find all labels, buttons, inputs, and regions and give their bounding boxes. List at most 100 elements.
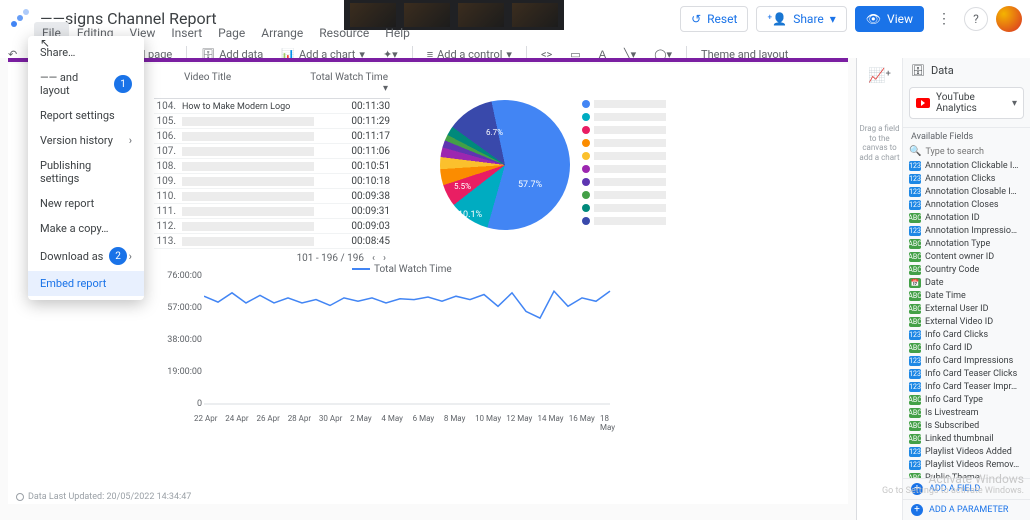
legend-item — [582, 100, 666, 108]
x-tick: 14 May — [538, 414, 564, 423]
add-parameter-button[interactable]: +ADD A PARAMETER — [903, 499, 1030, 520]
reset-button[interactable]: ↺Reset — [680, 6, 748, 32]
pie-label-2: 10.1% — [458, 210, 482, 220]
y-tick: 76:00:00 — [164, 271, 202, 281]
x-tick: 6 May — [413, 414, 435, 423]
x-tick: 30 Apr — [319, 414, 342, 423]
field-item[interactable]: ABCAnnotation ID — [903, 211, 1030, 224]
field-item[interactable]: ABCDate Time — [903, 289, 1030, 302]
field-item[interactable]: ABCInfo Card Type — [903, 393, 1030, 406]
field-item[interactable]: ABCLinked thumbnail — [903, 432, 1030, 445]
account-avatar[interactable] — [996, 6, 1022, 32]
view-button[interactable]: 👁View — [855, 6, 924, 32]
field-item[interactable]: 123Playlist Videos Remov… — [903, 458, 1030, 471]
legend-item — [582, 139, 666, 147]
field-item[interactable]: 123Playlist Videos Added — [903, 445, 1030, 458]
field-item[interactable]: ABCExternal Video ID — [903, 315, 1030, 328]
file-menu-publishing[interactable]: Publishing settings — [28, 153, 144, 191]
x-tick: 22 Apr — [194, 414, 217, 423]
table-row[interactable]: 110.00:09:38 — [154, 189, 390, 204]
table-row[interactable]: 111.00:09:31 — [154, 204, 390, 219]
field-item[interactable]: 123Annotation Clicks — [903, 172, 1030, 185]
x-tick: 18 May — [600, 414, 624, 432]
file-menu-new-report[interactable]: New report — [28, 191, 144, 216]
more-options-button[interactable]: ⋮ — [932, 11, 956, 27]
data-source-select[interactable]: YouTube Analytics ▾ — [909, 87, 1024, 119]
pie-chart[interactable] — [428, 88, 582, 242]
file-menu-download-as[interactable]: Download as2 — [28, 241, 144, 271]
field-item[interactable]: ABCIs Livestream — [903, 406, 1030, 419]
field-item[interactable]: ABCIs Subscribed — [903, 419, 1030, 432]
help-button[interactable]: ? — [964, 7, 988, 31]
table-row[interactable]: 112.00:09:03 — [154, 219, 390, 234]
col-watch-time[interactable]: Total Watch Time ▾ — [303, 72, 388, 94]
table-row[interactable]: 105.00:11:29 — [154, 114, 390, 129]
x-tick: 4 May — [381, 414, 403, 423]
legend-item — [582, 165, 666, 173]
data-panel-label: Data — [931, 64, 954, 77]
field-item[interactable]: ABCExternal User ID — [903, 302, 1030, 315]
field-item[interactable]: 123Info Card Impressions — [903, 354, 1030, 367]
field-item[interactable]: ABCPublic Theme — [903, 471, 1030, 478]
pie-label-main: 57.7% — [518, 180, 542, 190]
x-tick: 8 May — [444, 414, 466, 423]
video-table[interactable]: Video Title Total Watch Time ▾ 104.How t… — [154, 68, 390, 268]
field-item[interactable]: 123Annotation Clickable I… — [903, 159, 1030, 172]
file-menu-dropdown: Share…—— and layout1Report settingsVersi… — [28, 36, 144, 300]
table-row[interactable]: 106.00:11:17 — [154, 129, 390, 144]
youtube-icon — [916, 98, 930, 108]
table-row[interactable]: 108.00:10:51 — [154, 159, 390, 174]
share-button[interactable]: ⁺👤Share▾ — [756, 6, 846, 32]
table-row[interactable]: 109.00:10:18 — [154, 174, 390, 189]
page-prev-button[interactable]: ‹ — [372, 253, 375, 264]
x-tick: 24 Apr — [225, 414, 248, 423]
y-tick: 19:00:00 — [164, 367, 202, 377]
field-item[interactable]: ABCCountry Code — [903, 263, 1030, 276]
line-chart[interactable]: Total Watch Time 76:00:0057:00:0038:00:0… — [164, 264, 624, 424]
menu-resource[interactable]: Resource — [311, 22, 377, 44]
file-menu-version-history[interactable]: Version history — [28, 128, 144, 153]
field-item[interactable]: 123Annotation Impressio… — [903, 224, 1030, 237]
menu-arrange[interactable]: Arrange — [253, 22, 311, 44]
file-menu-make-copy[interactable]: Make a copy… — [28, 216, 144, 241]
lookerstudio-logo — [8, 6, 32, 30]
field-item[interactable]: 123Annotation Closes — [903, 198, 1030, 211]
file-menu-report-settings[interactable]: Report settings — [28, 103, 144, 128]
file-menu-theme-layout[interactable]: —— and layout1 — [28, 65, 144, 103]
y-tick: 0 — [164, 399, 202, 409]
data-panel: 📈⁺ Drag a field to the canvas to add a c… — [856, 58, 1030, 520]
page-next-button[interactable]: › — [383, 253, 386, 264]
table-row[interactable]: 104.How to Make Modern Logo Desi…00:11:3… — [154, 99, 390, 114]
menu-help[interactable]: Help — [377, 22, 418, 44]
legend-item — [582, 204, 666, 212]
table-row[interactable]: 107.00:11:06 — [154, 144, 390, 159]
x-tick: 12 May — [506, 414, 532, 423]
field-item[interactable]: ABCInfo Card ID — [903, 341, 1030, 354]
legend-item — [582, 191, 666, 199]
legend-item — [582, 217, 666, 225]
cursor-icon: ↖ — [40, 36, 50, 50]
menu-insert[interactable]: Insert — [163, 22, 210, 44]
field-item[interactable]: 123Info Card Clicks — [903, 328, 1030, 341]
file-menu-embed-report[interactable]: Embed report — [28, 271, 144, 296]
field-item[interactable]: ABCAnnotation Type — [903, 237, 1030, 250]
field-search-input[interactable] — [925, 147, 1005, 157]
pie-legend — [582, 100, 666, 230]
menu-page[interactable]: Page — [210, 22, 253, 44]
add-chart-icon[interactable]: 📈⁺ — [868, 64, 892, 88]
field-item[interactable]: ABCContent owner ID — [903, 250, 1030, 263]
table-row[interactable]: 113.00:08:45 — [154, 234, 390, 249]
field-item[interactable]: 📅Date — [903, 276, 1030, 289]
y-tick: 38:00:00 — [164, 335, 202, 345]
col-video-title[interactable]: Video Title — [184, 72, 303, 94]
field-item[interactable]: 123Info Card Teaser Impr… — [903, 380, 1030, 393]
pie-label-4: 6.7% — [486, 128, 503, 137]
legend-item — [582, 178, 666, 186]
legend-item — [582, 126, 666, 134]
field-item[interactable]: 123Info Card Teaser Clicks — [903, 367, 1030, 380]
add-field-button[interactable]: +ADD A FIELD — [903, 478, 1030, 499]
x-tick: 2 May — [350, 414, 372, 423]
x-tick: 26 Apr — [256, 414, 279, 423]
legend-item — [582, 152, 666, 160]
field-item[interactable]: 123Annotation Closable I… — [903, 185, 1030, 198]
